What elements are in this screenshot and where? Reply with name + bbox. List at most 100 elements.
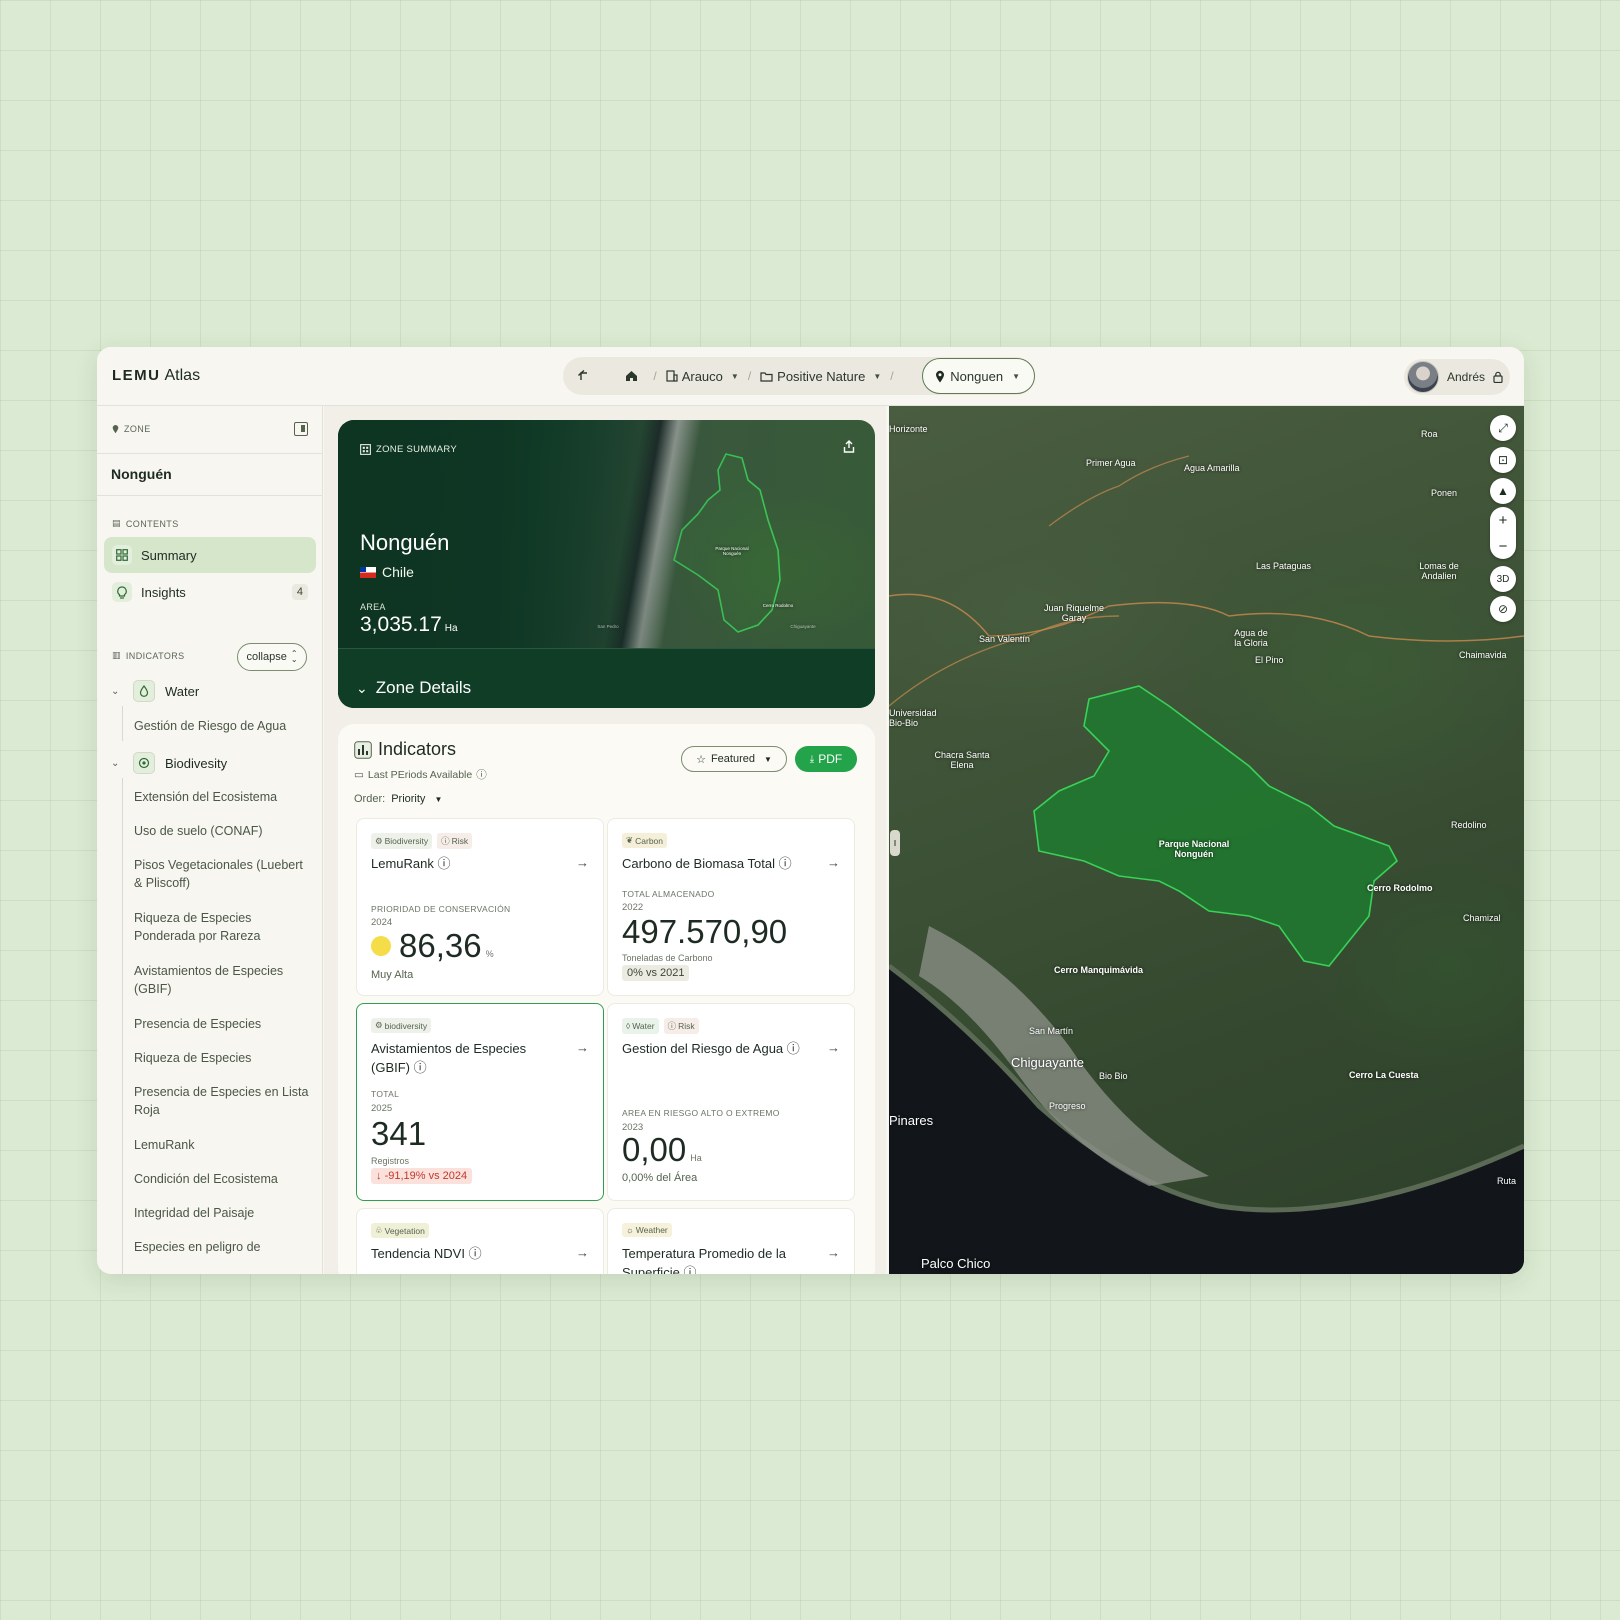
map-place-label: Progreso	[1049, 1101, 1086, 1111]
grid-icon	[112, 545, 132, 565]
folder-icon	[760, 371, 773, 382]
indicator-item[interactable]: LemuRank	[134, 1136, 309, 1154]
metric-title: Gestion del Riesgo de Agua ⓘ	[622, 1039, 812, 1058]
fullscreen-button[interactable]: ⤢	[1490, 415, 1516, 441]
map-place-label: Roa	[1421, 429, 1438, 439]
indicator-group-biodiversity[interactable]: ⌄ Biodivesity	[111, 752, 227, 774]
metric-value-number: 86,36	[399, 927, 482, 964]
map-place-label: Ponen	[1431, 488, 1458, 498]
map-place-label: Parque Nacional Nonguén	[1158, 839, 1230, 859]
indicator-item[interactable]: Avistamientos de Especies (GBIF)	[134, 962, 309, 998]
breadcrumb-item-arauco[interactable]: Arauco ▼	[666, 369, 739, 384]
arrow-right-icon[interactable]: →	[827, 1040, 840, 1055]
metric-card-lemurank[interactable]: ⚙ Biodiversity ⓘ Risk LemuRank ⓘ → PRIORID…	[356, 818, 604, 996]
back-button[interactable]	[571, 363, 597, 389]
expand-collapse-icon: ⌃ ⌄	[290, 649, 298, 664]
zone-summary-card: ZONE SUMMARY Parque Nacional Nonguén Cer…	[338, 420, 875, 708]
info-icon[interactable]: ⓘ	[414, 1060, 427, 1075]
home-button[interactable]	[618, 363, 644, 389]
sidebar-item-insights[interactable]: Insights 4	[104, 574, 316, 610]
share-icon[interactable]	[843, 440, 855, 456]
breadcrumb-label: Positive Nature	[777, 368, 866, 384]
map-place-label: Primer Agua	[1086, 458, 1136, 468]
indicator-item[interactable]: Presencia de Especies	[134, 1015, 309, 1033]
metric-year: 2025	[371, 1103, 393, 1114]
logo-text: Atlas	[164, 367, 201, 384]
breadcrumb-item-nonguen[interactable]: Nonguen ▼	[922, 358, 1035, 394]
tag-label: Weather	[635, 1225, 668, 1235]
chevron-down-icon: ▼	[730, 371, 739, 381]
user-menu[interactable]: Andrés	[1404, 359, 1510, 395]
collapse-button[interactable]: collapse ⌃ ⌄	[237, 643, 307, 671]
indicators-subtitle-text: Last PEriods Available	[367, 768, 473, 781]
indicator-item[interactable]: Presencia de Especies en Lista Roja	[134, 1083, 309, 1119]
metric-card-ndvi[interactable]: ♧ Vegetation Tendencia NDVI ⓘ →	[356, 1208, 604, 1274]
arrow-right-icon[interactable]: →	[576, 855, 589, 870]
arrow-right-icon[interactable]: →	[827, 855, 840, 870]
metric-title: LemuRank ⓘ	[371, 854, 561, 873]
lightbulb-icon	[112, 582, 132, 602]
breadcrumb-item-positive-nature[interactable]: Positive Nature ▼	[760, 369, 881, 384]
tag-weather: ☼ Weather	[622, 1223, 672, 1237]
arrow-right-icon[interactable]: →	[827, 1245, 840, 1260]
metric-card-carbono[interactable]: ❦ Carbon Carbono de Biomasa Total ⓘ → TOT…	[607, 818, 855, 996]
chile-flag-icon	[360, 566, 376, 578]
metric-card-riesgo-agua[interactable]: ◊ Water ⓘ Risk Gestion del Riesgo de Agua …	[607, 1003, 855, 1201]
arrow-right-icon[interactable]: →	[576, 1245, 589, 1260]
info-icon[interactable]: ⓘ	[779, 856, 792, 871]
indicator-item[interactable]: Riqueza de Especies	[134, 1049, 309, 1067]
panel-resize-handle[interactable]: ‖	[890, 830, 900, 856]
top-bar: LEMU Atlas / Arauco ▼ / Positive Nature …	[97, 347, 1524, 406]
info-icon[interactable]: ⓘ	[438, 856, 451, 871]
sidebar-item-summary[interactable]: Summary	[104, 537, 316, 573]
recenter-button[interactable]: ⊡	[1490, 447, 1516, 473]
zone-details-label: Zone Details	[375, 678, 472, 697]
featured-dropdown[interactable]: ☆ Featured ▼	[681, 746, 787, 772]
satellite-map[interactable]: Horizonte Primer Agua Agua Amarilla Roa …	[889, 406, 1524, 1274]
info-icon[interactable]: ⓘ	[683, 1265, 696, 1274]
indicator-item[interactable]: Condición del Ecosistema	[134, 1170, 309, 1188]
indicator-item[interactable]: Extensión del Ecosistema	[134, 788, 309, 806]
map-place-label: Pinares	[889, 1113, 934, 1128]
info-icon[interactable]: ⓘ	[476, 767, 487, 782]
zone-summary-label: ZONE SUMMARY	[360, 444, 457, 455]
location-pin-icon	[936, 370, 945, 382]
app-logo[interactable]: LEMU Atlas	[112, 367, 200, 385]
indicator-item[interactable]: Pisos Vegetacionales (Luebert & Pliscoff…	[134, 856, 309, 892]
indicator-item[interactable]: Gestión de Riesgo de Agua	[134, 717, 309, 735]
indicator-group-water[interactable]: ⌄ Water	[111, 680, 199, 702]
metric-year: 2022	[622, 902, 644, 913]
tree-line	[122, 706, 123, 741]
chevron-down-icon: ⌄	[111, 757, 120, 769]
zoom-out-icon[interactable]: −	[1499, 538, 1508, 555]
order-selector[interactable]: Order: Priority ▼	[354, 793, 442, 805]
zoom-in-icon[interactable]: +	[1499, 512, 1508, 529]
map-place-label: Agua de la Gloria	[1234, 628, 1268, 648]
divider	[97, 495, 322, 496]
priority-indicator-dot	[371, 936, 391, 956]
water-drop-icon: ◊	[626, 1021, 631, 1031]
contents-label-text: CONTENTS	[125, 518, 179, 529]
collapse-sidebar-icon[interactable]	[294, 422, 308, 436]
metric-card-temperatura[interactable]: ☼ Weather Temperatura Promedio de la Supe…	[607, 1208, 855, 1274]
metric-footer: Muy Alta	[371, 969, 414, 981]
hide-layers-button[interactable]: ⊘	[1490, 596, 1516, 622]
hero-map-label: Parque Nacional Nonguén	[715, 546, 749, 556]
indicator-item[interactable]: Integridad del Paisaje	[134, 1204, 309, 1222]
arrow-right-icon[interactable]: →	[576, 1040, 589, 1055]
indicator-item[interactable]: Uso de suelo (CONAF)	[134, 822, 309, 840]
map-place-label: Lomas de Andalien	[1419, 561, 1459, 581]
breadcrumb-separator: /	[747, 369, 752, 383]
map-place-label: Chaimavida	[1459, 650, 1507, 660]
indicator-item[interactable]: Especies en peligro de	[134, 1238, 309, 1256]
tag-label: Biodiversity	[384, 836, 429, 846]
pdf-download-button[interactable]: ⤓ PDF	[795, 746, 857, 772]
info-icon[interactable]: ⓘ	[787, 1041, 800, 1056]
indicator-item[interactable]: Riqueza de Especies Ponderada por Rareza	[134, 909, 309, 945]
3d-toggle-button[interactable]: 3D	[1490, 566, 1516, 592]
north-button[interactable]: ▲	[1490, 478, 1516, 504]
info-icon[interactable]: ⓘ	[469, 1246, 482, 1261]
divider	[97, 453, 322, 454]
zone-details-toggle[interactable]: ⌄ Zone Details	[356, 678, 471, 698]
metric-card-avistamientos[interactable]: ⚙ biodiversity Avistamientos de Especies …	[356, 1003, 604, 1201]
